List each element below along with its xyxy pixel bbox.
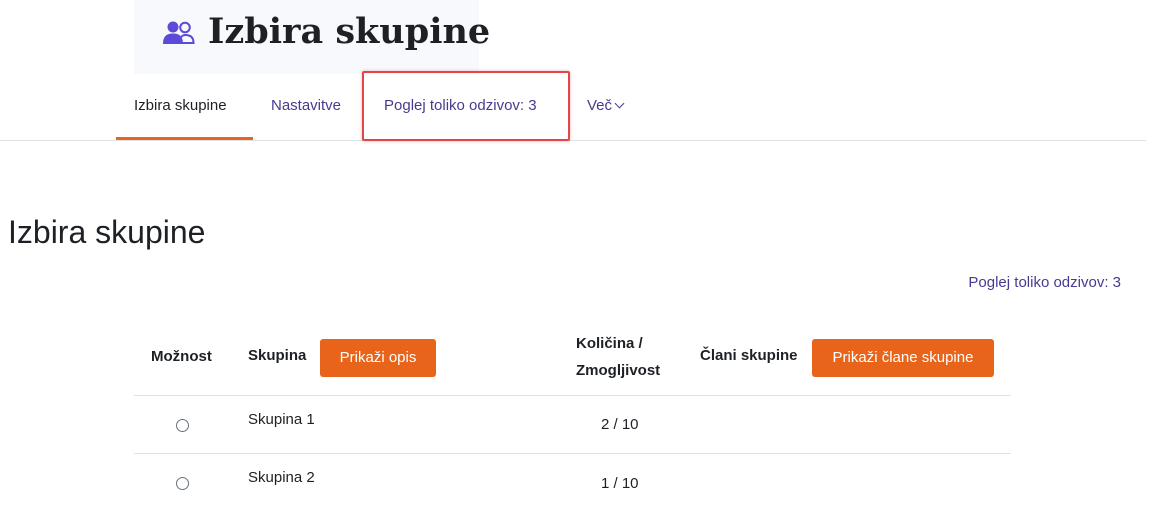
page-title: Izbira skupine (208, 11, 491, 52)
column-header-members: Člani skupine (700, 347, 798, 364)
users-icon (163, 21, 195, 44)
secondary-navigation: Izbira skupine Nastavitve Poglej toliko … (0, 74, 1146, 141)
table-divider (134, 453, 1011, 454)
column-header-group: Skupina (248, 347, 307, 364)
page-header: Izbira skupine (134, 0, 490, 74)
group-2-radio[interactable] (176, 477, 189, 490)
chevron-down-icon (614, 98, 625, 109)
table-cell-amount: 1 / 10 (601, 475, 639, 492)
table-cell-amount: 2 / 10 (601, 416, 639, 433)
section-title: Izbira skupine (8, 214, 206, 250)
tab-more-label: Več (587, 97, 613, 114)
view-responses-link[interactable]: Poglej toliko odzivov: 3 (968, 274, 1121, 291)
highlight-box (362, 71, 570, 141)
show-description-button[interactable]: Prikaži opis (320, 339, 436, 377)
column-header-amount-line1: Količina / (576, 335, 643, 352)
tab-settings[interactable]: Nastavitve (271, 74, 341, 140)
table-cell-group: Skupina 2 (248, 469, 315, 486)
table-cell-group: Skupina 1 (248, 411, 315, 428)
column-header-option: Možnost (151, 348, 212, 365)
group-1-radio[interactable] (176, 419, 189, 432)
tab-group-choice[interactable]: Izbira skupine (134, 74, 227, 140)
show-members-button[interactable]: Prikaži člane skupine (812, 339, 994, 377)
tab-more[interactable]: Več (587, 74, 625, 140)
table-divider (134, 395, 1011, 396)
active-tab-indicator (116, 137, 253, 140)
column-header-amount-line2: Zmogljivost (576, 362, 661, 379)
